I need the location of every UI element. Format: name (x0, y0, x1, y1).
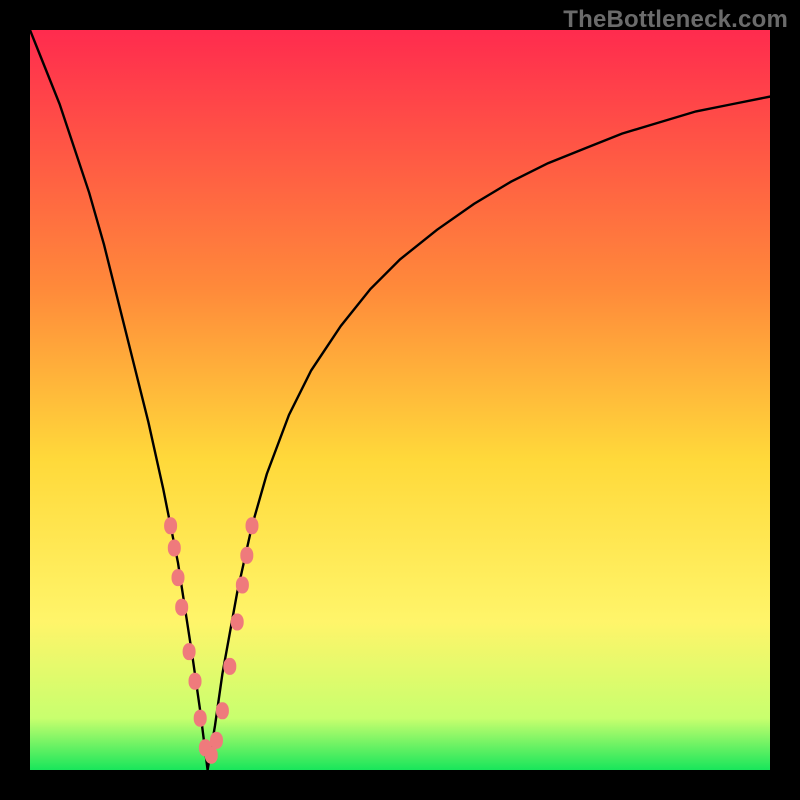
curve-marker (172, 569, 185, 586)
gradient-background (30, 30, 770, 770)
curve-marker (236, 577, 249, 594)
curve-marker (205, 747, 218, 764)
curve-marker (168, 540, 181, 557)
curve-marker (216, 702, 229, 719)
curve-marker (183, 643, 196, 660)
curve-marker (164, 517, 177, 534)
curve-marker (194, 710, 207, 727)
plot-area (30, 30, 770, 770)
curve-marker (246, 517, 259, 534)
bottleneck-chart (30, 30, 770, 770)
curve-marker (223, 658, 236, 675)
chart-frame: TheBottleneck.com (0, 0, 800, 800)
curve-marker (189, 673, 202, 690)
curve-marker (240, 547, 253, 564)
curve-marker (210, 732, 223, 749)
curve-marker (231, 614, 244, 631)
curve-marker (175, 599, 188, 616)
